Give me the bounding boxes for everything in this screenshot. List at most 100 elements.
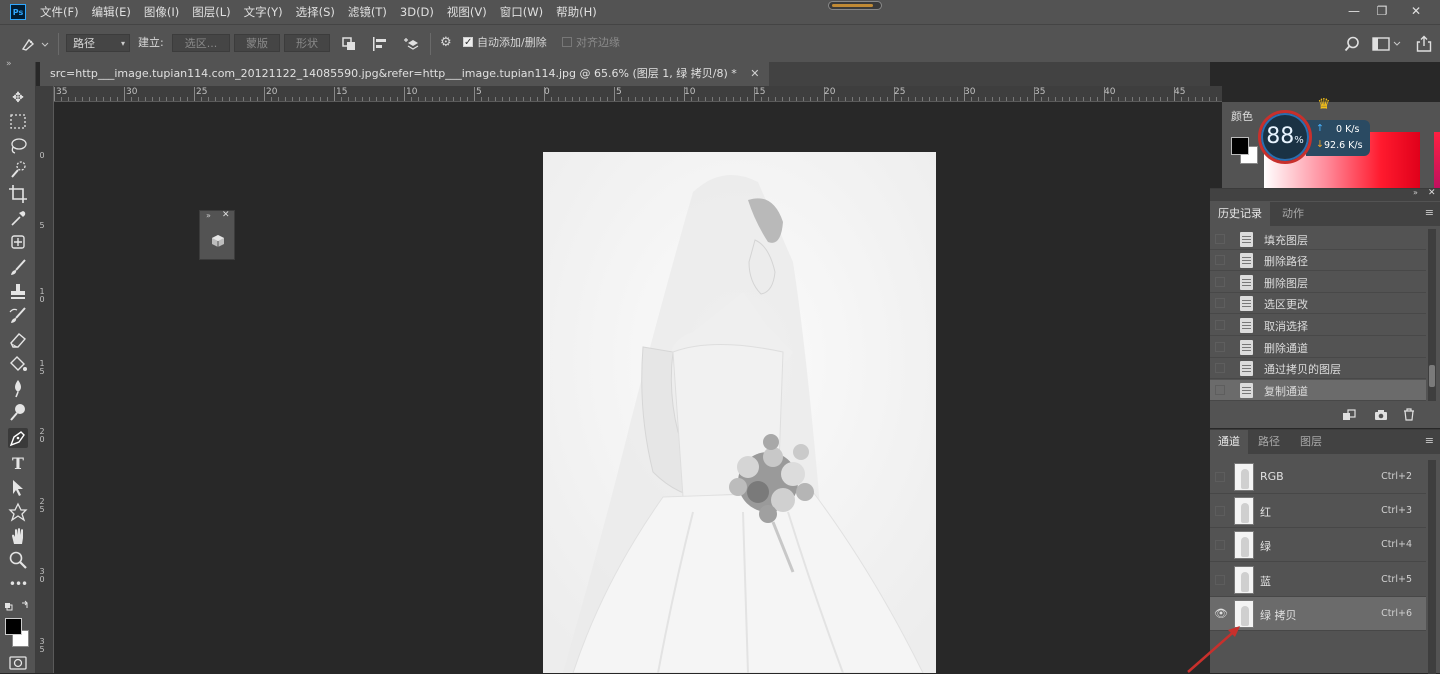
dodge-tool-icon[interactable] [8,402,28,422]
channels-scrollbar[interactable] [1428,460,1436,674]
tab-channels[interactable]: 通道 [1210,430,1248,454]
pen-mode-select[interactable]: 路径 ▾ [66,34,130,52]
tab-paths[interactable]: 路径 [1250,430,1288,454]
search-icon[interactable] [1344,36,1360,52]
blur-tool-icon[interactable] [8,378,28,398]
history-item[interactable]: 取消选择 [1210,315,1426,336]
trash-icon[interactable] [1403,408,1415,421]
swap-default-colors-icon[interactable] [4,600,32,614]
ruler-tick [1132,97,1133,101]
path-operations-icon[interactable] [342,37,356,51]
channel-row-green[interactable]: 绿 Ctrl+4 [1210,528,1426,562]
history-item[interactable]: 删除通道 [1210,337,1426,358]
color-panel-foreground-swatch[interactable] [1231,137,1249,155]
ruler-label: 15 [754,87,766,97]
ruler-tick [915,97,916,101]
foreground-color-swatch[interactable] [5,618,22,635]
path-arrangement-icon[interactable] [402,36,420,52]
restore-button[interactable]: ❐ [1374,4,1390,18]
camera-snapshot-icon[interactable] [1374,409,1388,421]
eraser-tool-icon[interactable] [8,330,28,350]
quick-selection-tool-icon[interactable] [8,160,28,180]
visibility-toggle[interactable] [1215,506,1225,516]
history-scrollbar[interactable] [1428,229,1436,401]
channel-row-rgb[interactable]: RGB Ctrl+2 [1210,460,1426,494]
custom-shape-tool-icon[interactable] [8,502,28,522]
crop-tool-icon[interactable] [8,184,28,204]
menu-layer[interactable]: 图层(L) [192,4,230,20]
network-speed-widget[interactable]: ↑ 0 K/s ↓ 92.6 K/s 88% [1256,108,1370,164]
menu-filter[interactable]: 滤镜(T) [348,4,387,20]
close-window-button[interactable]: ✕ [1408,4,1424,18]
healing-brush-tool-icon[interactable] [8,232,28,252]
pen-tool-icon[interactable] [8,428,28,448]
pen-tool-preset-icon[interactable] [20,36,50,52]
menu-window[interactable]: 窗口(W) [500,4,543,20]
channel-row-blue[interactable]: 蓝 Ctrl+5 [1210,563,1426,597]
history-item[interactable]: 填充图层 [1210,229,1426,250]
menu-3d[interactable]: 3D(D) [400,5,434,19]
tab-history[interactable]: 历史记录 [1210,202,1270,226]
close-tab-icon[interactable]: ✕ [750,67,759,80]
eye-icon[interactable]: 👁 [1214,608,1228,620]
zoom-tool-icon[interactable] [8,550,28,570]
hue-strip[interactable] [1434,132,1440,188]
clone-stamp-tool-icon[interactable] [8,282,28,302]
visibility-toggle[interactable] [1215,540,1225,550]
path-alignment-icon[interactable] [372,37,388,51]
auto-add-delete-option[interactable]: 自动添加/删除 [463,34,547,52]
marquee-tool-icon[interactable] [8,112,28,132]
make-selection-button[interactable]: 选区... [172,34,230,52]
make-shape-button[interactable]: 形状 [284,34,330,52]
channel-row-red[interactable]: 红 Ctrl+3 [1210,494,1426,528]
tab-layers[interactable]: 图层 [1292,430,1330,454]
close-panel-icon[interactable]: ✕ [1428,188,1436,198]
auto-add-delete-checkbox[interactable] [463,34,473,52]
panel-grip-icon[interactable]: » [6,59,12,69]
minimize-button[interactable]: — [1346,4,1362,18]
menu-view[interactable]: 视图(V) [447,4,487,20]
history-item[interactable]: 删除图层 [1210,272,1426,293]
color-panel-tab[interactable]: 颜色 [1231,108,1253,124]
new-document-from-state-icon[interactable] [1342,409,1356,421]
history-brush-tool-icon[interactable] [8,306,28,326]
share-icon[interactable] [1416,35,1432,53]
visibility-toggle[interactable] [1215,575,1225,585]
history-item-selected[interactable]: 复制通道 [1210,380,1426,401]
menu-image[interactable]: 图像(I) [144,4,179,20]
more-tools-icon[interactable]: ••• [8,574,28,594]
make-mask-button[interactable]: 蒙版 [234,34,280,52]
panel-menu-icon[interactable]: ≡ [1425,434,1434,447]
hand-tool-icon[interactable] [8,526,28,546]
lasso-tool-icon[interactable] [8,136,28,156]
eyedropper-tool-icon[interactable] [8,208,28,228]
tab-actions[interactable]: 动作 [1274,202,1312,226]
menu-type[interactable]: 文字(Y) [244,4,283,20]
panel-collapse-icon[interactable]: » [206,211,211,220]
document-canvas-image[interactable] [543,152,936,673]
floating-panel[interactable]: » ✕ [199,210,235,260]
history-item[interactable]: 选区更改 [1210,293,1426,314]
workspace-icon[interactable] [1372,37,1402,51]
type-tool-icon[interactable]: T [8,454,28,474]
align-edges-option[interactable]: 对齐边缘 [562,34,620,52]
3d-cube-icon[interactable] [210,233,226,249]
visibility-toggle[interactable] [1215,472,1225,482]
menu-file[interactable]: 文件(F) [40,4,79,20]
move-tool-icon[interactable]: ✥ [8,88,28,108]
history-item[interactable]: 删除路径 [1210,250,1426,271]
gear-icon[interactable]: ⚙ [440,34,452,52]
path-selection-tool-icon[interactable] [8,478,28,498]
align-edges-checkbox[interactable] [562,37,572,47]
paint-bucket-tool-icon[interactable] [8,354,28,374]
menu-edit[interactable]: 编辑(E) [92,4,131,20]
menu-select[interactable]: 选择(S) [296,4,335,20]
history-item[interactable]: 通过拷贝的图层 [1210,358,1426,379]
panel-menu-icon[interactable]: ≡ [1425,206,1434,219]
quick-mask-icon[interactable] [9,656,27,670]
document-tab[interactable]: src=http___image.tupian114.com_20121122_… [40,62,770,86]
menu-help[interactable]: 帮助(H) [556,4,597,20]
close-panel-icon[interactable]: ✕ [222,210,230,220]
panel-collapse-icon[interactable]: » [1413,188,1418,197]
brush-tool-icon[interactable] [8,258,28,278]
